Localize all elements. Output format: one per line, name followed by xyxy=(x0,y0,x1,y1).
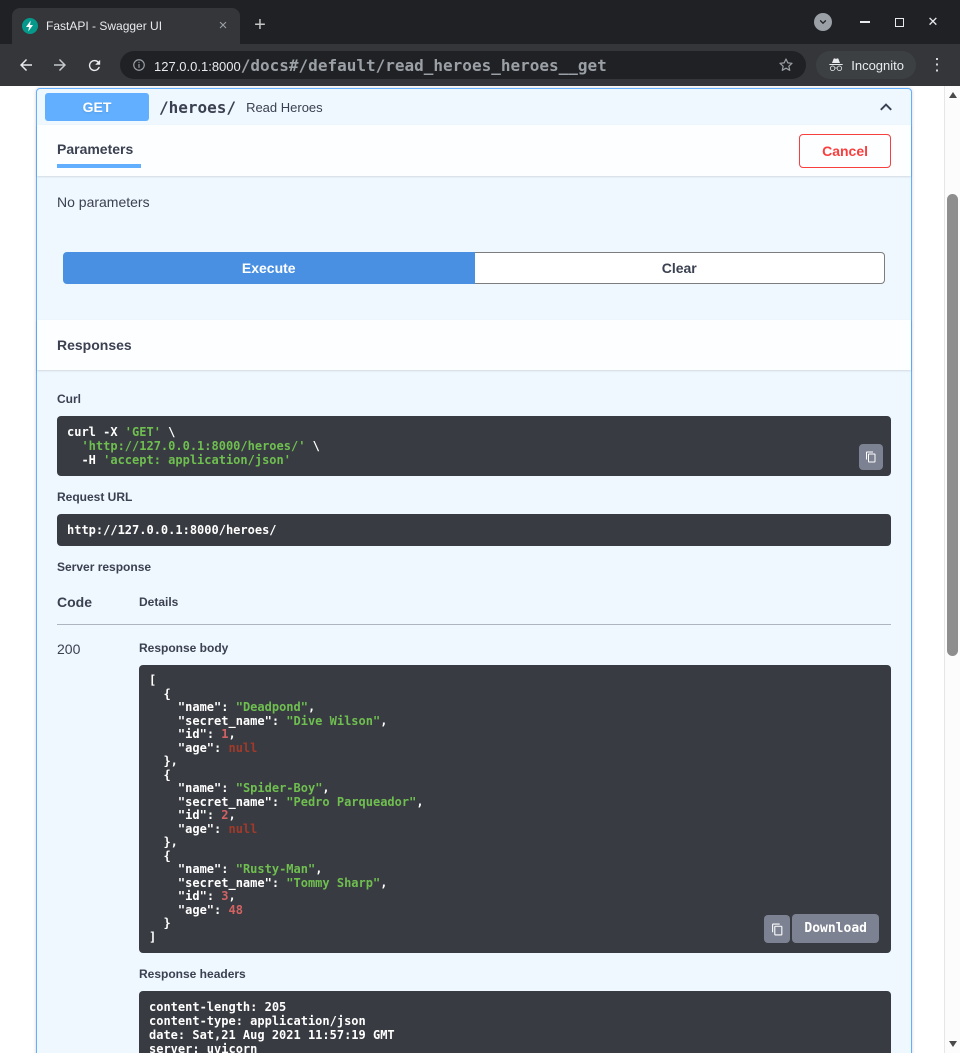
request-url-block: http://127.0.0.1:8000/heroes/ xyxy=(57,514,891,546)
response-body-label: Response body xyxy=(139,641,891,655)
maximize-icon xyxy=(895,18,904,27)
browser-toolbar: 127.0.0.1:8000/docs#/default/read_heroes… xyxy=(0,44,960,86)
back-button[interactable] xyxy=(10,49,42,81)
parameters-tab: Parameters xyxy=(57,133,141,168)
parameters-title: Parameters xyxy=(57,141,133,157)
incognito-label: Incognito xyxy=(851,58,904,73)
opblock-summary[interactable]: GET /heroes/ Read Heroes xyxy=(37,89,911,125)
execute-wrapper: Execute Clear xyxy=(37,252,911,306)
incognito-icon xyxy=(828,57,844,73)
window-controls: ✕ xyxy=(814,0,960,44)
new-tab-button[interactable]: + xyxy=(246,11,274,39)
url-path: /docs#/default/read_heroes_heroes__get xyxy=(241,56,607,75)
tab-search-icon[interactable] xyxy=(814,13,832,31)
refresh-button[interactable] xyxy=(78,49,110,81)
response-row: 200 Response body [ { "name": "Deadpond"… xyxy=(57,625,891,1053)
site-info-icon[interactable] xyxy=(132,58,146,72)
url-host: 127.0.0.1:8000 xyxy=(154,59,241,74)
endpoint-summary: Read Heroes xyxy=(246,100,323,115)
copy-curl-button[interactable] xyxy=(859,444,883,470)
tab-title: FastAPI - Swagger UI xyxy=(46,19,206,33)
clear-button[interactable]: Clear xyxy=(475,252,886,284)
response-headers-block: content-length: 205 content-type: applic… xyxy=(139,991,891,1053)
url-text: 127.0.0.1:8000/docs#/default/read_heroes… xyxy=(154,56,770,75)
execute-button[interactable]: Execute xyxy=(63,252,475,284)
code-column-header: Code xyxy=(57,584,139,625)
response-details-cell: Response body [ { "name": "Deadpond", "s… xyxy=(139,625,891,1053)
vertical-scrollbar[interactable] xyxy=(944,86,960,1053)
responses-body: Curl curl -X 'GET' \ 'http://127.0.0.1:8… xyxy=(37,370,911,1053)
page-content: GET /heroes/ Read Heroes Parameters Canc… xyxy=(0,86,960,1053)
server-response-table: Code Details 200 Response body [ { xyxy=(57,584,891,1053)
scroll-up-arrow-icon[interactable] xyxy=(945,88,960,102)
close-button[interactable]: ✕ xyxy=(916,0,950,44)
clipboard-icon xyxy=(771,922,784,937)
status-code: 200 xyxy=(57,625,139,1053)
scrollbar-thumb[interactable] xyxy=(947,194,958,656)
browser-window: FastAPI - Swagger UI × + ✕ 127.0.0.1:800 xyxy=(0,0,960,1053)
request-url-text: http://127.0.0.1:8000/heroes/ xyxy=(57,514,891,546)
fastapi-favicon-icon xyxy=(22,18,38,34)
incognito-badge: Incognito xyxy=(816,51,916,79)
maximize-button[interactable] xyxy=(882,0,916,44)
curl-label: Curl xyxy=(57,392,891,406)
collapse-chevron-icon[interactable] xyxy=(869,95,903,119)
cancel-button[interactable]: Cancel xyxy=(799,134,891,168)
parameters-header: Parameters Cancel xyxy=(37,125,911,176)
curl-command-text: curl -X 'GET' \ 'http://127.0.0.1:8000/h… xyxy=(57,416,891,476)
response-body-block: [ { "name": "Deadpond", "secret_name": "… xyxy=(139,665,891,953)
browser-menu-icon[interactable]: ⋮ xyxy=(924,55,950,75)
responses-title: Responses xyxy=(57,337,132,353)
opblock-get-heroes: GET /heroes/ Read Heroes Parameters Canc… xyxy=(36,88,912,1053)
endpoint-path: /heroes/ xyxy=(159,98,236,117)
tab-bar: FastAPI - Swagger UI × + ✕ xyxy=(0,0,960,44)
curl-command-block: curl -X 'GET' \ 'http://127.0.0.1:8000/h… xyxy=(57,416,891,476)
clipboard-icon xyxy=(865,450,877,464)
no-parameters-text: No parameters xyxy=(57,194,891,210)
details-column-header: Details xyxy=(139,584,891,625)
forward-button[interactable] xyxy=(44,49,76,81)
method-badge: GET xyxy=(45,93,149,121)
minimize-icon xyxy=(860,21,870,23)
minimize-button[interactable] xyxy=(848,0,882,44)
scroll-down-arrow-icon[interactable] xyxy=(945,1037,960,1051)
response-headers-label: Response headers xyxy=(139,967,891,981)
tab-close-icon[interactable]: × xyxy=(214,17,232,35)
parameters-body: No parameters xyxy=(37,176,911,210)
response-headers-text: content-length: 205 content-type: applic… xyxy=(139,991,891,1053)
request-url-label: Request URL xyxy=(57,490,891,504)
copy-response-button[interactable] xyxy=(764,915,790,943)
url-bar[interactable]: 127.0.0.1:8000/docs#/default/read_heroes… xyxy=(120,51,806,79)
swagger-ui: GET /heroes/ Read Heroes Parameters Canc… xyxy=(0,86,944,1053)
browser-tab[interactable]: FastAPI - Swagger UI × xyxy=(12,8,240,44)
server-response-label: Server response xyxy=(57,560,891,574)
response-body-text: [ { "name": "Deadpond", "secret_name": "… xyxy=(139,665,891,953)
download-response-button[interactable]: Download xyxy=(792,914,879,943)
responses-header: Responses xyxy=(37,320,911,370)
bookmark-star-icon[interactable] xyxy=(778,57,794,73)
